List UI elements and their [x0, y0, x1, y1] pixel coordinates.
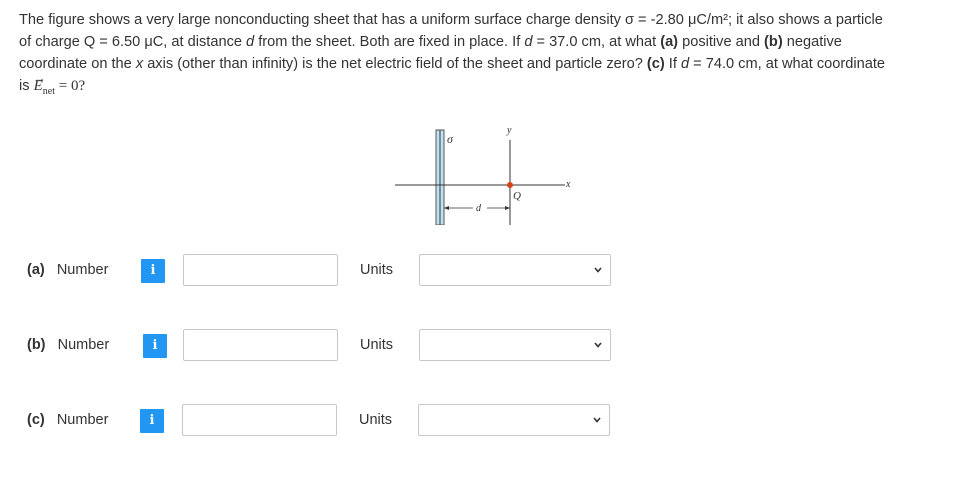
text: positive and: [678, 34, 765, 50]
text: negative: [782, 34, 842, 50]
d-arrowhead-left: [444, 206, 449, 210]
x-label: x: [565, 179, 571, 190]
units-select-c[interactable]: [418, 404, 610, 436]
question-line-2: of charge Q = 6.50 μC, at distance d fro…: [19, 31, 954, 53]
text: is: [19, 78, 34, 94]
row-label: (c) Number: [27, 412, 108, 428]
row-label: (b) Number: [27, 337, 109, 353]
info-icon[interactable]: i: [140, 409, 164, 433]
text: = 37.0 cm, at what: [532, 34, 661, 50]
charge-dot: [507, 182, 513, 188]
number-input-b[interactable]: [183, 329, 338, 361]
part-label: (a): [27, 262, 45, 278]
text: of charge Q = 6.50 μC, at distance: [19, 34, 247, 50]
chevron-down-icon: [594, 342, 602, 348]
units-label: Units: [359, 412, 393, 428]
chevron-down-icon: [594, 267, 602, 273]
row-label: (a) Number: [27, 262, 108, 278]
number-input-c[interactable]: [182, 404, 337, 436]
text: If: [664, 56, 681, 72]
sigma-label: σ: [447, 132, 454, 146]
units-label: Units: [360, 262, 394, 278]
info-icon[interactable]: i: [143, 334, 167, 358]
part-label: (b): [27, 337, 46, 353]
part-c-ref: (c): [646, 56, 665, 72]
question-line-1: The figure shows a very large nonconduct…: [19, 9, 954, 31]
text: axis (other than infinity) is the net el…: [143, 56, 647, 72]
units-select-b[interactable]: [419, 329, 611, 361]
question-text: The figure shows a very large nonconduct…: [19, 9, 954, 103]
text: = 0?: [54, 78, 86, 94]
question-line-4: is → Enet = 0?: [19, 71, 954, 103]
q-label: Q: [513, 190, 521, 202]
vector-arrow: →: [33, 71, 46, 85]
d-label: d: [476, 203, 482, 214]
part-a-ref: (a): [660, 34, 679, 50]
number-input-a[interactable]: [183, 254, 338, 286]
info-icon[interactable]: i: [141, 259, 165, 283]
var-d: d: [246, 34, 255, 50]
part-b-ref: (b): [764, 34, 783, 50]
var-d: d: [680, 56, 690, 72]
sheet-particle-figure: σ y x Q d: [395, 125, 571, 225]
number-label: Number: [56, 262, 109, 278]
d-arrowhead-right: [505, 206, 510, 210]
e-net-symbol: → Enet: [34, 71, 55, 103]
chevron-down-icon: [593, 417, 601, 423]
text: from the sheet. Both are fixed in place.…: [254, 34, 525, 50]
units-select-a[interactable]: [419, 254, 611, 286]
number-label: Number: [56, 412, 109, 428]
number-label: Number: [57, 337, 110, 353]
part-label: (c): [27, 412, 45, 428]
units-label: Units: [360, 337, 394, 353]
text: = 74.0 cm, at what coordinate: [689, 56, 885, 72]
question-line-3: coordinate on the x axis (other than inf…: [19, 53, 954, 75]
question-line-1-text: The figure shows a very large nonconduct…: [19, 12, 883, 28]
y-label: y: [506, 125, 512, 136]
